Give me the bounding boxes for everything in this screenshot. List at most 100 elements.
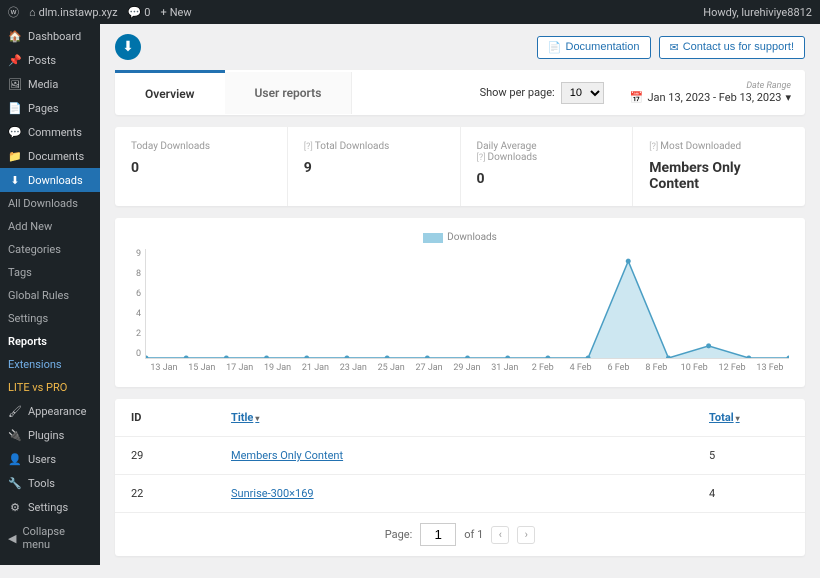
tab-user-reports[interactable]: User reports [225, 72, 353, 114]
sidebar-item-tools[interactable]: 🔧Tools [0, 471, 100, 495]
pager-label: Page: [385, 528, 413, 541]
chart-legend: Downloads [131, 232, 789, 243]
stat-most: [?]Most Downloaded Members Only Content [633, 127, 805, 206]
sidebar-sub-reports[interactable]: Reports [0, 330, 100, 353]
sidebar-item-settings[interactable]: ⚙Settings [0, 495, 100, 519]
cell-title: Sunrise-300×169 [231, 487, 709, 500]
collapse-icon: ◀ [8, 532, 16, 545]
collapse-menu[interactable]: ◀ Collapse menu [0, 519, 100, 557]
sidebar-item-users[interactable]: 👤Users [0, 447, 100, 471]
help-icon[interactable]: [?] [304, 142, 313, 152]
support-button[interactable]: ✉ Contact us for support! [659, 36, 806, 59]
stats-panel: Today Downloads 0 [?]Total Downloads 9 D… [115, 127, 805, 206]
tabs-panel: Overview User reports Show per page: 10 … [115, 70, 805, 115]
users-icon: 👤 [8, 452, 22, 466]
posts-icon: 📌 [8, 53, 22, 67]
table-row: 22Sunrise-300×169 4 [115, 475, 805, 513]
chart-y-axis: 986420 [131, 249, 145, 359]
page-header: ⬇ 📄 Documentation ✉ Contact us for suppo… [115, 34, 805, 60]
table-row: 29Members Only Content5 [115, 437, 805, 475]
mail-icon: ✉ [670, 41, 679, 54]
sidebar-item-pages[interactable]: 📄Pages [0, 96, 100, 120]
pager-of: of 1 [464, 528, 483, 541]
legend-swatch [423, 233, 443, 243]
date-range-picker[interactable]: Date Range 📅 Jan 13, 2023 - Feb 13, 2023… [618, 81, 805, 104]
help-icon[interactable]: [?] [477, 153, 486, 163]
cell-title: Members Only Content [231, 449, 709, 462]
header-actions: 📄 Documentation ✉ Contact us for support… [537, 36, 805, 59]
new-content[interactable]: + New [160, 6, 191, 19]
comments-count[interactable]: 💬 0 [128, 6, 151, 19]
home-icon: ⌂ [29, 6, 36, 19]
sidebar-item-downloads[interactable]: ⬇Downloads [0, 168, 100, 192]
sidebar-item-media[interactable]: 🖼Media [0, 72, 100, 96]
tab-overview[interactable]: Overview [115, 70, 225, 115]
sidebar-item-appearance[interactable]: 🖌Appearance [0, 399, 100, 423]
comments-icon: 💬 [8, 125, 22, 139]
pager-prev[interactable]: ‹ [491, 526, 509, 544]
cell-total: 5 [709, 449, 789, 462]
site-name: dlm.instawp.xyz [39, 6, 118, 19]
sort-caret-icon: ▾ [736, 414, 740, 423]
sidebar-item-documents[interactable]: 📁Documents [0, 144, 100, 168]
per-page-select[interactable]: 10 [561, 82, 604, 104]
sidebar-item-dashboard[interactable]: 🏠Dashboard [0, 24, 100, 48]
col-header-title[interactable]: Title▾ [231, 411, 709, 424]
sidebar-sub-all-downloads[interactable]: All Downloads [0, 192, 100, 215]
doc-icon: 📄 [548, 41, 562, 54]
stat-total: [?]Total Downloads 9 [288, 127, 461, 206]
chevron-down-icon: ▾ [785, 91, 791, 104]
sidebar-sub-settings[interactable]: Settings [0, 307, 100, 330]
documentation-button[interactable]: 📄 Documentation [537, 36, 651, 59]
sidebar-sub-add-new[interactable]: Add New [0, 215, 100, 238]
media-icon: 🖼 [8, 77, 22, 91]
comment-icon: 💬 [128, 6, 142, 19]
appearance-icon: 🖌 [8, 404, 22, 418]
pager-input[interactable] [420, 523, 456, 546]
date-range-label: Date Range [630, 81, 791, 91]
site-link[interactable]: ⌂ dlm.instawp.xyz [29, 6, 118, 19]
sidebar-item-plugins[interactable]: 🔌Plugins [0, 423, 100, 447]
col-header-id: ID [131, 411, 231, 424]
dashboard-icon: 🏠 [8, 29, 22, 43]
sidebar-sub-tags[interactable]: Tags [0, 261, 100, 284]
date-range-value: Jan 13, 2023 - Feb 13, 2023 [647, 91, 781, 104]
pages-icon: 📄 [8, 101, 22, 115]
cell-id: 22 [131, 487, 231, 500]
admin-bar-right[interactable]: Howdy, lurehiviye8812 [703, 6, 812, 19]
settings-icon: ⚙ [8, 500, 22, 514]
chart-plot [145, 249, 789, 359]
dlm-logo-icon: ⬇ [115, 34, 141, 60]
stat-today: Today Downloads 0 [115, 127, 288, 206]
admin-bar-left: ⓦ ⌂ dlm.instawp.xyz 💬 0 + New [8, 4, 192, 20]
chart-area: 986420 [131, 249, 789, 359]
main-content: ⬇ 📄 Documentation ✉ Contact us for suppo… [100, 24, 820, 578]
wp-logo-icon[interactable]: ⓦ [8, 4, 19, 20]
admin-sidebar: 🏠Dashboard📌Posts🖼Media📄Pages💬Comments📁Do… [0, 24, 100, 565]
howdy-text: Howdy, lurehiviye8812 [703, 6, 812, 19]
plus-icon: + [160, 6, 166, 19]
downloads-icon: ⬇ [8, 173, 22, 187]
col-header-total[interactable]: Total▾ [709, 411, 789, 424]
pager-next[interactable]: › [517, 526, 535, 544]
download-link[interactable]: Members Only Content [231, 449, 343, 462]
sidebar-sub-lite-vs-pro[interactable]: LITE vs PRO [0, 376, 100, 399]
reports-table: ID Title▾ Total▾ 29Members Only Content5… [115, 399, 805, 556]
download-link[interactable]: Sunrise-300×169 [231, 487, 314, 500]
chart-x-axis: 13 Jan15 Jan17 Jan19 Jan21 Jan23 Jan25 J… [145, 363, 789, 373]
plugins-icon: 🔌 [8, 428, 22, 442]
sidebar-item-comments[interactable]: 💬Comments [0, 120, 100, 144]
admin-bar: ⓦ ⌂ dlm.instawp.xyz 💬 0 + New Howdy, lur… [0, 0, 820, 24]
table-pager: Page: of 1 ‹ › [115, 513, 805, 556]
calendar-icon: 📅 [630, 91, 644, 104]
cell-total: 4 [709, 487, 789, 500]
sidebar-sub-extensions[interactable]: Extensions [0, 353, 100, 376]
sidebar-sub-categories[interactable]: Categories [0, 238, 100, 261]
table-header: ID Title▾ Total▾ [115, 399, 805, 437]
help-icon[interactable]: [?] [649, 142, 658, 152]
sidebar-item-posts[interactable]: 📌Posts [0, 48, 100, 72]
chart-panel: Downloads 986420 13 Jan15 Jan17 Jan19 Ja… [115, 218, 805, 387]
per-page-label: Show per page: [480, 86, 555, 99]
sidebar-sub-global-rules[interactable]: Global Rules [0, 284, 100, 307]
per-page-control: Show per page: 10 [480, 82, 618, 104]
